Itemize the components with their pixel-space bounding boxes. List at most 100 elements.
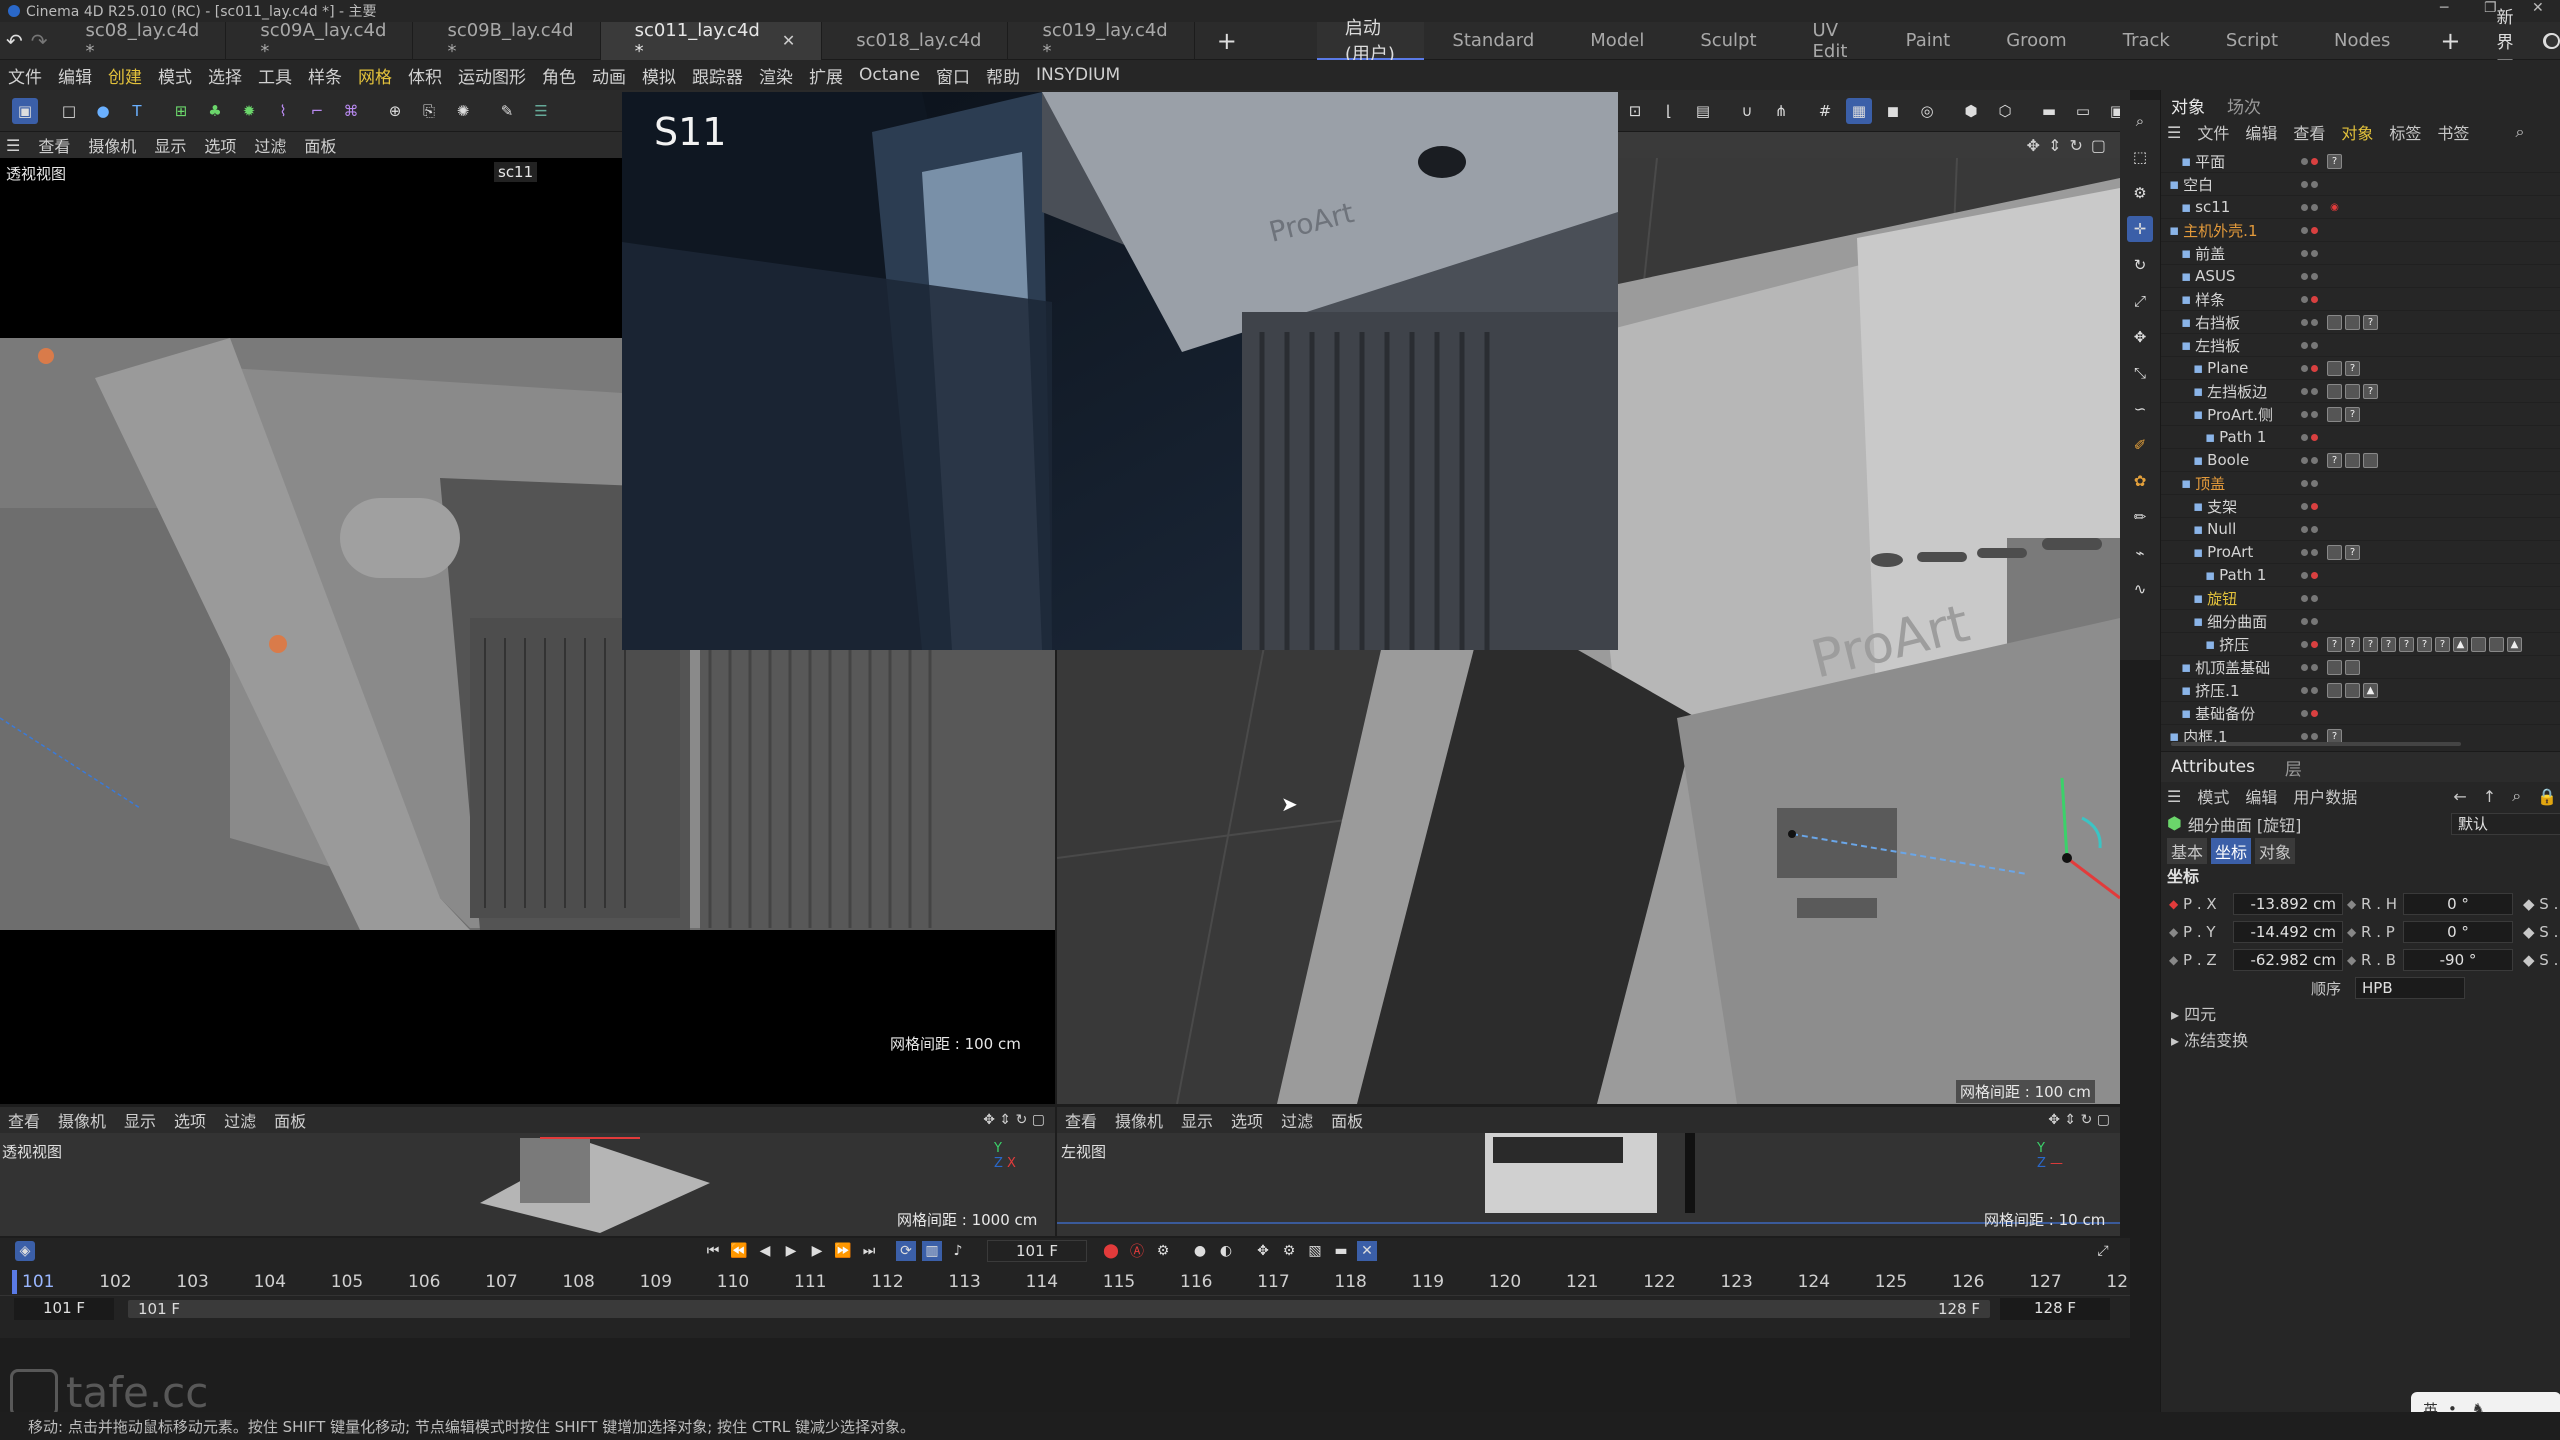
- menu-tracker[interactable]: 跟踪器: [692, 63, 743, 88]
- visibility-dots[interactable]: [2301, 548, 2318, 556]
- visibility-dot[interactable]: [2311, 502, 2318, 510]
- grid-snap-icon[interactable]: #: [1812, 98, 1838, 124]
- menu-spline[interactable]: 样条: [308, 63, 342, 88]
- end-frame-field[interactable]: 128 F: [2000, 1298, 2110, 1320]
- visibility-dots[interactable]: [2301, 249, 2318, 257]
- layout-tab-track[interactable]: Track: [2095, 22, 2198, 60]
- object-row[interactable]: ▪ Path 1: [2161, 564, 2560, 587]
- visibility-dot[interactable]: [2301, 594, 2308, 602]
- visibility-dots[interactable]: [2301, 663, 2318, 671]
- visibility-dot[interactable]: [2311, 295, 2318, 303]
- layout-tab-model[interactable]: Model: [1562, 22, 1672, 60]
- keyframe-dot-icon[interactable]: ◆: [2169, 897, 2178, 911]
- object-tag-icon[interactable]: ▲: [2453, 636, 2468, 652]
- file-tab[interactable]: sc09B_lay.c4d *: [413, 20, 601, 62]
- object-tag-icon[interactable]: [2327, 383, 2342, 399]
- lock-icon[interactable]: 🔒: [2537, 787, 2557, 806]
- maximize-icon[interactable]: ▢: [2091, 136, 2106, 155]
- start-frame-field[interactable]: 101 F: [14, 1298, 114, 1320]
- visibility-dot[interactable]: [2311, 686, 2318, 694]
- menu-character[interactable]: 角色: [542, 63, 576, 88]
- visibility-dot[interactable]: [2311, 640, 2318, 648]
- key-scale-icon[interactable]: ✥: [1253, 1241, 1273, 1261]
- range-icon[interactable]: ▥: [922, 1241, 942, 1261]
- menu-icon[interactable]: ☰: [2167, 787, 2181, 806]
- film-icon[interactable]: ▬: [2036, 98, 2062, 124]
- object-row[interactable]: ▪ ProArt?: [2161, 541, 2560, 564]
- visibility-dots[interactable]: [2301, 272, 2318, 280]
- object-row[interactable]: ▪ 右挡板?: [2161, 311, 2560, 334]
- file-tab[interactable]: sc08_lay.c4d *: [52, 20, 227, 62]
- visibility-dot[interactable]: [2311, 548, 2318, 556]
- keyframe-dot-icon[interactable]: ◆: [2347, 925, 2356, 939]
- object-tag-icon[interactable]: [2327, 406, 2342, 422]
- object-tag-icon[interactable]: [2345, 383, 2360, 399]
- solo-icon[interactable]: ◼: [1880, 98, 1906, 124]
- playhead[interactable]: [12, 1270, 17, 1294]
- file-tab[interactable]: sc018_lay.c4d: [822, 21, 1009, 60]
- object-row[interactable]: ▪ 细分曲面: [2161, 610, 2560, 633]
- visibility-dots[interactable]: [2301, 571, 2318, 579]
- attr-menu-mode[interactable]: 模式: [2197, 784, 2229, 808]
- menu-mograph[interactable]: 运动图形: [458, 63, 526, 88]
- object-row[interactable]: ▪ 顶盖: [2161, 472, 2560, 495]
- layout-tab-groom[interactable]: Groom: [1978, 22, 2095, 60]
- visibility-dots[interactable]: [2301, 525, 2318, 533]
- visibility-dot[interactable]: [2311, 617, 2318, 625]
- visibility-dot[interactable]: [2301, 387, 2308, 395]
- search-icon[interactable]: ⌕: [2515, 122, 2524, 142]
- minimize-icon[interactable]: ─: [2440, 0, 2448, 16]
- deformer-icon[interactable]: ⌘: [338, 98, 364, 124]
- object-tag-icon[interactable]: ◉: [2327, 200, 2342, 215]
- layout-tab-startup[interactable]: 启动 (用户): [1316, 18, 1425, 65]
- knife-icon[interactable]: ∽: [2127, 396, 2153, 422]
- vp-menu-filter[interactable]: 过滤: [1281, 1108, 1313, 1132]
- search-icon[interactable]: ⌕: [2512, 786, 2521, 806]
- render-queue-icon[interactable]: ▭: [2070, 98, 2096, 124]
- menu-volume[interactable]: 体积: [408, 63, 442, 88]
- vp-menu-options[interactable]: 选项: [204, 133, 236, 157]
- axis-mode-icon[interactable]: ⤡: [2127, 360, 2153, 386]
- symmetry-icon[interactable]: ⋔: [1768, 98, 1794, 124]
- object-tag-icon[interactable]: ?: [2345, 360, 2360, 376]
- dolly-icon[interactable]: ⇕: [2048, 136, 2061, 155]
- visibility-dots[interactable]: [2301, 410, 2318, 418]
- order-select[interactable]: HPB: [2355, 977, 2465, 999]
- object-tag-icon[interactable]: ?: [2345, 636, 2360, 652]
- menu-edit[interactable]: 编辑: [58, 63, 92, 88]
- array-icon[interactable]: ⊞: [168, 98, 194, 124]
- tab-objects[interactable]: 对象: [2171, 93, 2205, 118]
- render-view-icon[interactable]: ⬢: [1958, 98, 1984, 124]
- go-end-icon[interactable]: ⏭: [859, 1241, 879, 1261]
- menu-animate[interactable]: 动画: [592, 63, 626, 88]
- vp-menu-options[interactable]: 选项: [174, 1108, 206, 1132]
- object-tag-icon[interactable]: ?: [2345, 544, 2360, 560]
- visibility-dots[interactable]: [2301, 732, 2318, 740]
- object-tag-icon[interactable]: ?: [2435, 636, 2450, 652]
- vp-menu-display[interactable]: 显示: [124, 1108, 156, 1132]
- object-tag-icon[interactable]: [2363, 452, 2378, 468]
- visibility-dots[interactable]: [2301, 617, 2318, 625]
- scale-icon[interactable]: ⤢: [2127, 288, 2153, 314]
- object-tag-icon[interactable]: [2489, 636, 2504, 652]
- group-freeze[interactable]: ▸ 冻结变换: [2161, 1028, 2560, 1054]
- magnet-tool-icon[interactable]: ⌁: [2127, 540, 2153, 566]
- rot-value-field[interactable]: -90 °: [2403, 949, 2513, 971]
- object-tag-icon[interactable]: [2345, 452, 2360, 468]
- object-tag-icon[interactable]: ?: [2363, 636, 2378, 652]
- keyframe-dot-icon[interactable]: ◆: [2169, 925, 2178, 939]
- file-tab-active[interactable]: sc011_lay.c4d * ✕: [600, 20, 823, 62]
- visibility-dot[interactable]: [2311, 341, 2318, 349]
- subtab-coord[interactable]: 坐标: [2211, 838, 2252, 864]
- rot-value-field[interactable]: 0 °: [2403, 921, 2513, 943]
- visibility-dot[interactable]: [2311, 249, 2318, 257]
- object-tag-icon[interactable]: ?: [2327, 636, 2342, 652]
- coord-value-field[interactable]: -14.492 cm: [2233, 921, 2343, 943]
- play-icon[interactable]: ▶: [781, 1241, 801, 1261]
- visibility-dot[interactable]: [2301, 663, 2308, 671]
- visibility-dot[interactable]: [2311, 203, 2318, 211]
- visibility-dots[interactable]: [2301, 180, 2318, 188]
- object-row[interactable]: ▪ ASUS: [2161, 265, 2560, 288]
- object-row[interactable]: ▪ 挤压.1 ▲: [2161, 679, 2560, 702]
- object-tag-icon[interactable]: [2471, 636, 2486, 652]
